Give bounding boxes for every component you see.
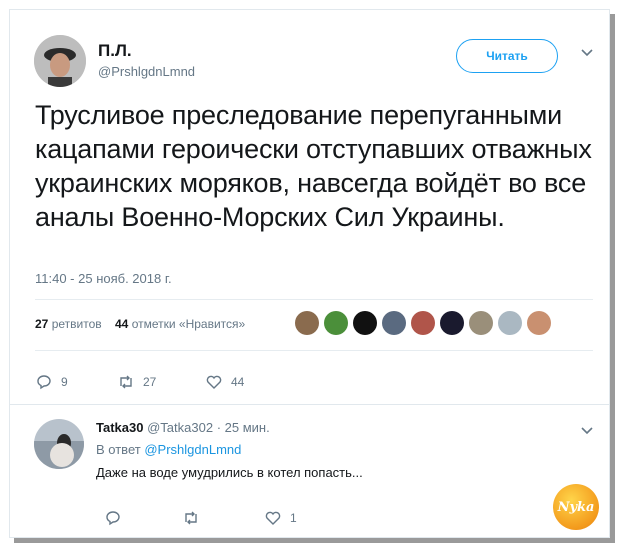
tweet-text: Трусливое преследование перепуганными ка… bbox=[35, 100, 592, 232]
retweets-count: 27 bbox=[35, 317, 49, 331]
reply-prefix: В ответ bbox=[96, 442, 141, 457]
likes-label: отметки «Нравится» bbox=[131, 317, 246, 331]
reply-like-count: 1 bbox=[290, 511, 297, 525]
divider bbox=[10, 404, 609, 405]
retweet-icon bbox=[120, 375, 132, 389]
reply-retweet-button[interactable] bbox=[182, 508, 208, 528]
liker-avatar[interactable] bbox=[324, 311, 348, 335]
liker-avatar[interactable] bbox=[353, 311, 377, 335]
reply-time[interactable]: · 25 мин. bbox=[217, 420, 270, 435]
reply-icon bbox=[106, 511, 120, 526]
reply-count: 9 bbox=[61, 375, 68, 389]
heart-icon bbox=[265, 511, 281, 525]
like-count: 44 bbox=[231, 375, 245, 389]
liker-avatar[interactable] bbox=[527, 311, 551, 335]
reply-button[interactable]: 9 bbox=[35, 372, 68, 392]
watermark-logo: Nyka bbox=[553, 484, 599, 530]
chevron-down-icon[interactable] bbox=[580, 426, 594, 436]
likes-count: 44 bbox=[114, 317, 129, 331]
follow-button[interactable]: Читать bbox=[456, 39, 558, 73]
chevron-down-icon[interactable] bbox=[580, 48, 594, 58]
tweet-card: П.Л. @PrshlgdnLmnd Читать Трусливое прес… bbox=[9, 9, 610, 538]
reply-author-handle[interactable]: @Tatka302 bbox=[147, 420, 213, 435]
reply-tweet[interactable]: Tatka30 @Tatka302 · 25 мин. В ответ @Prs… bbox=[10, 406, 609, 537]
liker-avatar[interactable] bbox=[498, 311, 522, 335]
retweet-icon bbox=[185, 511, 197, 525]
author-name[interactable]: П.Л. bbox=[98, 41, 132, 61]
reply-context: В ответ @PrshlgdnLmnd bbox=[96, 442, 241, 457]
retweet-button[interactable]: 27 bbox=[117, 372, 156, 392]
likes-stat[interactable]: 44 отметки «Нравится» bbox=[115, 317, 245, 331]
reply-icon bbox=[37, 375, 51, 390]
reply-reply-button[interactable] bbox=[104, 508, 130, 528]
author-handle[interactable]: @PrshlgdnLmnd bbox=[98, 64, 195, 79]
retweet-stat[interactable]: 27 ретвитов bbox=[35, 317, 102, 331]
tweet-timestamp[interactable]: 11:40 - 25 нояб. 2018 г. bbox=[35, 271, 172, 286]
like-button[interactable]: 44 bbox=[205, 372, 244, 392]
reply-header: Tatka30 @Tatka302 · 25 мин. bbox=[96, 420, 270, 435]
reply-to-handle[interactable]: @PrshlgdnLmnd bbox=[144, 442, 241, 457]
liker-avatar[interactable] bbox=[382, 311, 406, 335]
reply-author-name[interactable]: Tatka30 bbox=[96, 420, 143, 435]
tweet-stats: 27 ретвитов 44 отметки «Нравится» bbox=[35, 317, 245, 331]
liker-avatar[interactable] bbox=[295, 311, 319, 335]
reply-text: Даже на воде умудрились в котел попасть.… bbox=[96, 465, 363, 480]
reply-like-button[interactable]: 1 bbox=[264, 508, 297, 528]
divider bbox=[35, 350, 593, 351]
liker-avatar[interactable] bbox=[411, 311, 435, 335]
reply-author-avatar[interactable] bbox=[34, 419, 84, 469]
divider bbox=[35, 299, 593, 300]
liker-avatar[interactable] bbox=[440, 311, 464, 335]
heart-icon bbox=[206, 375, 222, 389]
liker-avatar[interactable] bbox=[469, 311, 493, 335]
retweets-label: ретвитов bbox=[51, 317, 102, 331]
author-avatar[interactable] bbox=[34, 35, 86, 87]
retweet-count: 27 bbox=[143, 375, 157, 389]
